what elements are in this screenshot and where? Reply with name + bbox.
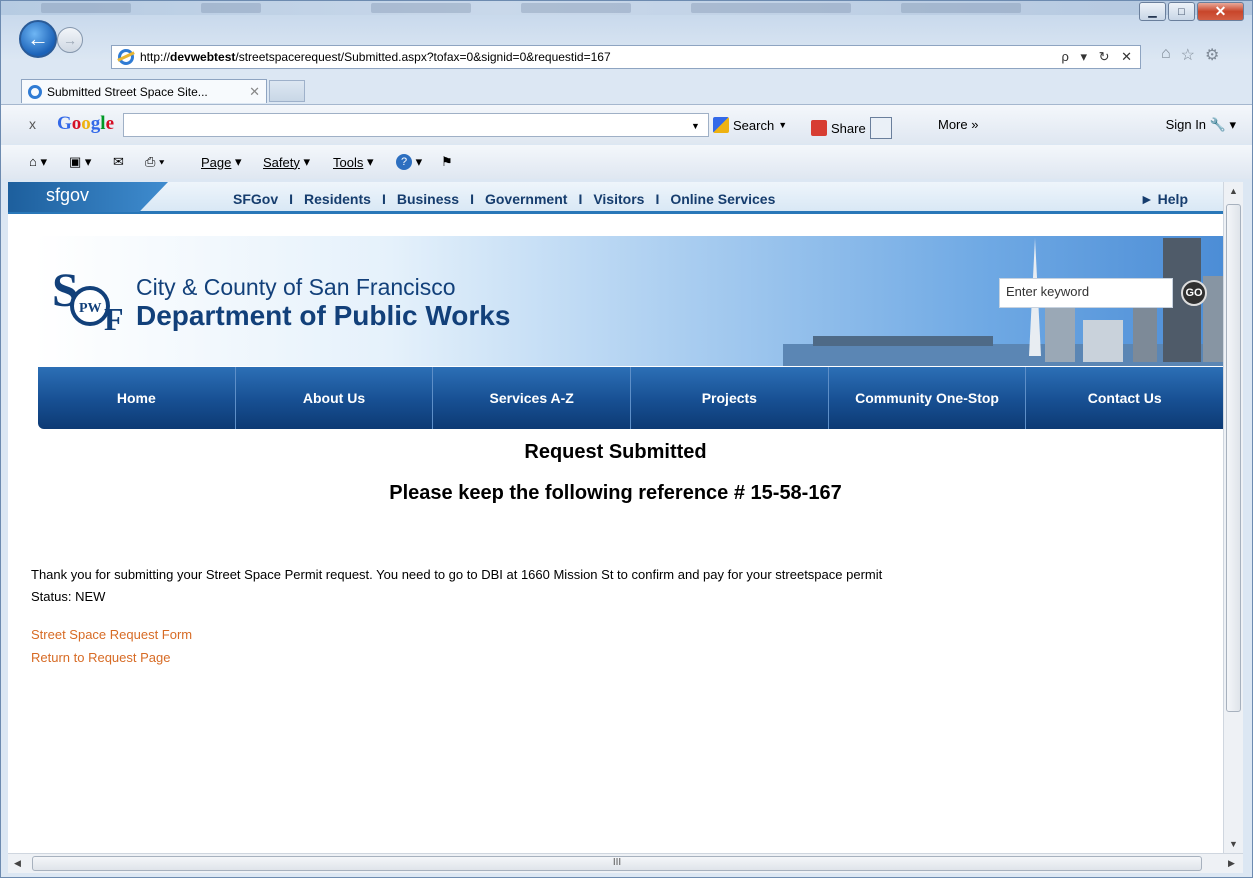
nav-home[interactable]: Home	[38, 367, 236, 429]
gear-icon[interactable]: ⚙	[1205, 45, 1219, 65]
keyword-search-input[interactable]: Enter keyword	[999, 278, 1173, 308]
url-prefix: http://	[140, 50, 171, 64]
google-more-button[interactable]: More »	[938, 117, 978, 132]
url-path: /streetspacerequest/Submitted.aspx?tofax…	[235, 50, 611, 64]
print-icon[interactable]: ⎙ ▾	[145, 154, 164, 170]
help-link[interactable]: ► Help	[1140, 191, 1188, 207]
nav-community-one-stop[interactable]: Community One-Stop	[829, 367, 1027, 429]
dpw-seal-logo[interactable]: S PW F	[52, 262, 126, 336]
help-icon[interactable]: ? ▾	[396, 154, 422, 170]
search-icon	[713, 117, 729, 133]
scroll-down-icon[interactable]: ▼	[1229, 839, 1238, 849]
mail-icon[interactable]: ✉	[113, 154, 124, 170]
address-controls[interactable]: ρ ▾ ↻ ✕	[1061, 49, 1136, 65]
google-signin-button[interactable]: Sign In 🔧 ▾	[1166, 117, 1236, 133]
arrow-right-icon: →	[63, 32, 77, 48]
sfgov-link-online-services[interactable]: Online Services	[670, 191, 775, 207]
tab-active[interactable]: Submitted Street Space Site... ✕	[21, 79, 267, 103]
banner-line2: Department of Public Works	[136, 300, 511, 331]
google-toolbar: x Google ▼ Search ▼ Share More » Sign In …	[1, 104, 1252, 144]
share-icon	[811, 120, 827, 136]
research-icon[interactable]: ⚑	[441, 154, 453, 170]
street-space-form-link[interactable]: Street Space Request Form	[31, 627, 192, 642]
request-status: Status: NEW	[31, 589, 106, 604]
url-host: devwebtest	[170, 50, 236, 64]
forward-button[interactable]: →	[57, 27, 83, 53]
svg-text:F: F	[104, 301, 124, 336]
sfgov-link-visitors[interactable]: Visitors	[593, 191, 644, 207]
search-dropdown-icon[interactable]: ▼	[691, 121, 700, 131]
home-icon[interactable]: ⌂	[1161, 45, 1171, 65]
scroll-left-icon[interactable]: ◀	[14, 858, 21, 869]
confirmation-message: Thank you for submitting your Street Spa…	[31, 567, 883, 582]
tools-menu[interactable]: Tools ▾	[333, 154, 374, 170]
svg-text:PW: PW	[79, 301, 102, 316]
address-row: ← → http://devwebtest/streetspacerequest…	[1, 15, 1252, 75]
google-share-button[interactable]: Share	[811, 117, 892, 139]
main-nav: Home About Us Services A-Z Projects Comm…	[38, 367, 1223, 429]
google-search-input[interactable]	[123, 113, 709, 137]
browser-icons: ⌂ ☆ ⚙	[1161, 45, 1219, 65]
vertical-scrollbar[interactable]: ▲ ▼	[1223, 182, 1243, 855]
scroll-up-icon[interactable]: ▲	[1229, 186, 1238, 196]
arrow-left-icon: ←	[27, 26, 49, 51]
sfgov-link-sfgov[interactable]: SFGov	[233, 191, 278, 207]
google-logo: Google	[57, 113, 114, 134]
nav-contact-us[interactable]: Contact Us	[1026, 367, 1223, 429]
return-to-request-link[interactable]: Return to Request Page	[31, 650, 170, 665]
page-title: Request Submitted	[524, 441, 707, 463]
reference-number: Please keep the following reference # 15…	[389, 482, 842, 504]
nav-about-us[interactable]: About Us	[236, 367, 434, 429]
close-toolbar-icon[interactable]: x	[29, 116, 36, 132]
sfgov-logo[interactable]: sfgov	[8, 182, 168, 212]
nav-services-a-z[interactable]: Services A-Z	[433, 367, 632, 429]
popup-icon[interactable]	[869, 117, 892, 139]
nav-projects[interactable]: Projects	[631, 367, 829, 429]
scroll-right-icon[interactable]: ▶	[1228, 858, 1235, 869]
wrench-icon[interactable]: 🔧	[1210, 117, 1226, 132]
horizontal-scrollbar[interactable]: ◀ III ▶	[8, 853, 1243, 873]
banner-line1: City & County of San Francisco	[136, 274, 456, 300]
sfgov-bar: sfgov SFGov I Residents I Business I Govern…	[8, 182, 1223, 214]
new-tab-button[interactable]	[269, 80, 305, 102]
sfgov-links: SFGov I Residents I Business I Government I …	[233, 191, 776, 207]
address-bar[interactable]: http://devwebtest/streetspacerequest/Sub…	[111, 45, 1141, 69]
page-viewport: sfgov SFGov I Residents I Business I Govern…	[8, 182, 1223, 855]
back-button[interactable]: ←	[19, 20, 57, 58]
safety-menu[interactable]: Safety ▾	[263, 154, 310, 170]
browser-window: ▁ □ ✕ ← → http://devwebtest/streetspacer…	[0, 0, 1253, 878]
title-bar: ▁ □ ✕	[1, 1, 1252, 21]
tab-row: Submitted Street Space Site... ✕	[1, 77, 1252, 103]
feeds-icon[interactable]: ▣ ▾	[69, 154, 91, 170]
dpw-banner: S PW F City & County of San Francisco De…	[34, 236, 1223, 366]
google-search-button[interactable]: Search ▼	[713, 117, 787, 133]
sfgov-link-business[interactable]: Business	[397, 191, 459, 207]
go-button[interactable]: GO	[1181, 280, 1207, 306]
horizontal-scroll-thumb[interactable]: III	[32, 856, 1202, 871]
home-menu-icon[interactable]: ⌂ ▾	[29, 154, 47, 170]
tab-title: Submitted Street Space Site...	[47, 84, 208, 99]
sfgov-link-residents[interactable]: Residents	[304, 191, 371, 207]
vertical-scroll-thumb[interactable]	[1226, 204, 1241, 712]
star-icon[interactable]: ☆	[1181, 45, 1195, 65]
sfgov-link-government[interactable]: Government	[485, 191, 567, 207]
tab-close-icon[interactable]: ✕	[249, 84, 260, 100]
ie-icon	[28, 84, 42, 99]
command-bar: ⌂ ▾ ▣ ▾ ✉ ⎙ ▾ Page ▾ Safety ▾ Tools ▾ ? …	[1, 145, 1252, 179]
page-menu[interactable]: Page ▾	[201, 154, 242, 170]
ie-icon	[118, 49, 134, 65]
